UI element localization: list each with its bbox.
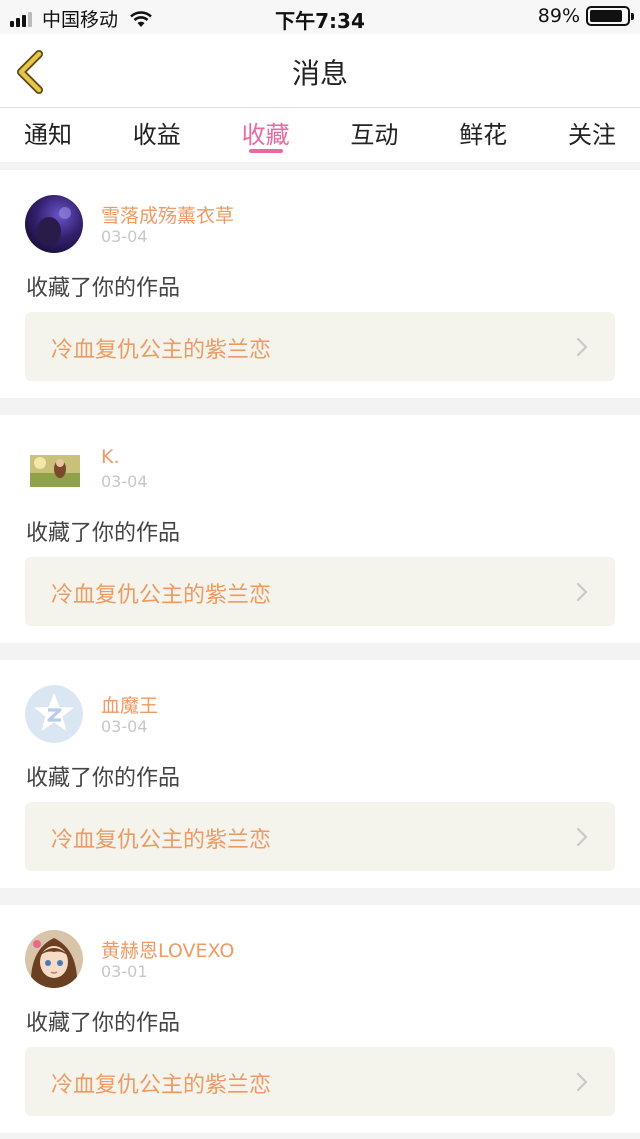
avatar-default-star-icon	[25, 685, 83, 743]
action-text: 收藏了你的作品	[26, 1011, 181, 1036]
tab-earnings[interactable]: 收益	[133, 108, 181, 162]
avatar[interactable]	[25, 195, 83, 253]
tab-notifications[interactable]: 通知	[24, 108, 72, 162]
tab-label: 关注	[567, 121, 616, 149]
avatar[interactable]	[25, 685, 83, 743]
battery-fill	[590, 10, 623, 22]
message-feed: 雪落成殇薰衣草 03-04 收藏了你的作品 冷血复仇公主的紫兰恋 K. 03-0…	[0, 170, 640, 1139]
username[interactable]: 血魔王	[101, 691, 158, 718]
date: 03-04	[101, 717, 148, 736]
tab-flowers[interactable]: 鲜花	[459, 108, 507, 162]
tab-bar: 通知 收益 收藏 互动 鲜花 关注	[0, 108, 640, 162]
action-text: 收藏了你的作品	[26, 521, 181, 546]
work-link[interactable]: 冷血复仇公主的紫兰恋	[25, 557, 615, 626]
chevron-right-icon	[576, 337, 588, 357]
tab-following[interactable]: 关注	[568, 108, 616, 162]
tab-label: 通知	[24, 121, 72, 149]
avatar-anime-girl-icon	[25, 930, 83, 988]
chevron-right-icon	[576, 1072, 588, 1092]
action-text: 收藏了你的作品	[26, 276, 181, 301]
work-link[interactable]: 冷血复仇公主的紫兰恋	[25, 312, 615, 381]
tab-interactions[interactable]: 互动	[350, 108, 398, 162]
page-title: 消息	[291, 57, 348, 90]
tab-label: 互动	[350, 121, 399, 149]
favorite-card: K. 03-04 收藏了你的作品 冷血复仇公主的紫兰恋	[0, 415, 640, 643]
avatar[interactable]	[30, 455, 80, 487]
avatar[interactable]	[25, 930, 83, 988]
work-title: 冷血复仇公主的紫兰恋	[51, 828, 272, 853]
work-title: 冷血复仇公主的紫兰恋	[51, 583, 272, 608]
battery-percent: 89%	[537, 5, 580, 27]
favorite-card: 雪落成殇薰衣草 03-04 收藏了你的作品 冷血复仇公主的紫兰恋	[0, 170, 640, 398]
tab-underline	[248, 149, 283, 153]
nav-bar: 消息	[0, 34, 640, 108]
status-right: 89%	[537, 5, 634, 27]
avatar-landscape-photo-icon	[30, 455, 80, 487]
username[interactable]: K.	[101, 446, 120, 468]
tab-label: 鲜花	[459, 121, 508, 149]
work-link[interactable]: 冷血复仇公主的紫兰恋	[25, 802, 615, 871]
work-title: 冷血复仇公主的紫兰恋	[51, 338, 272, 363]
date: 03-01	[101, 962, 148, 981]
avatar-purple-photo-icon	[25, 195, 83, 253]
battery-icon	[586, 6, 634, 26]
username[interactable]: 雪落成殇薰衣草	[101, 201, 234, 228]
work-title: 冷血复仇公主的紫兰恋	[51, 1073, 272, 1098]
date: 03-04	[101, 227, 148, 246]
date: 03-04	[101, 472, 148, 491]
chevron-right-icon	[576, 582, 588, 602]
chevron-right-icon	[576, 827, 588, 847]
tab-favorites[interactable]: 收藏	[242, 108, 290, 162]
tab-label: 收益	[132, 121, 181, 149]
work-link[interactable]: 冷血复仇公主的紫兰恋	[25, 1047, 615, 1116]
favorite-card: 黄赫恩LOVEXO 03-01 收藏了你的作品 冷血复仇公主的紫兰恋	[0, 905, 640, 1133]
status-bar: 中国移动 下午7:34 89%	[0, 0, 640, 34]
username[interactable]: 黄赫恩LOVEXO	[101, 936, 234, 963]
tab-label: 收藏	[241, 121, 290, 149]
favorite-card: 血魔王 03-04 收藏了你的作品 冷血复仇公主的紫兰恋	[0, 660, 640, 888]
action-text: 收藏了你的作品	[26, 766, 181, 791]
